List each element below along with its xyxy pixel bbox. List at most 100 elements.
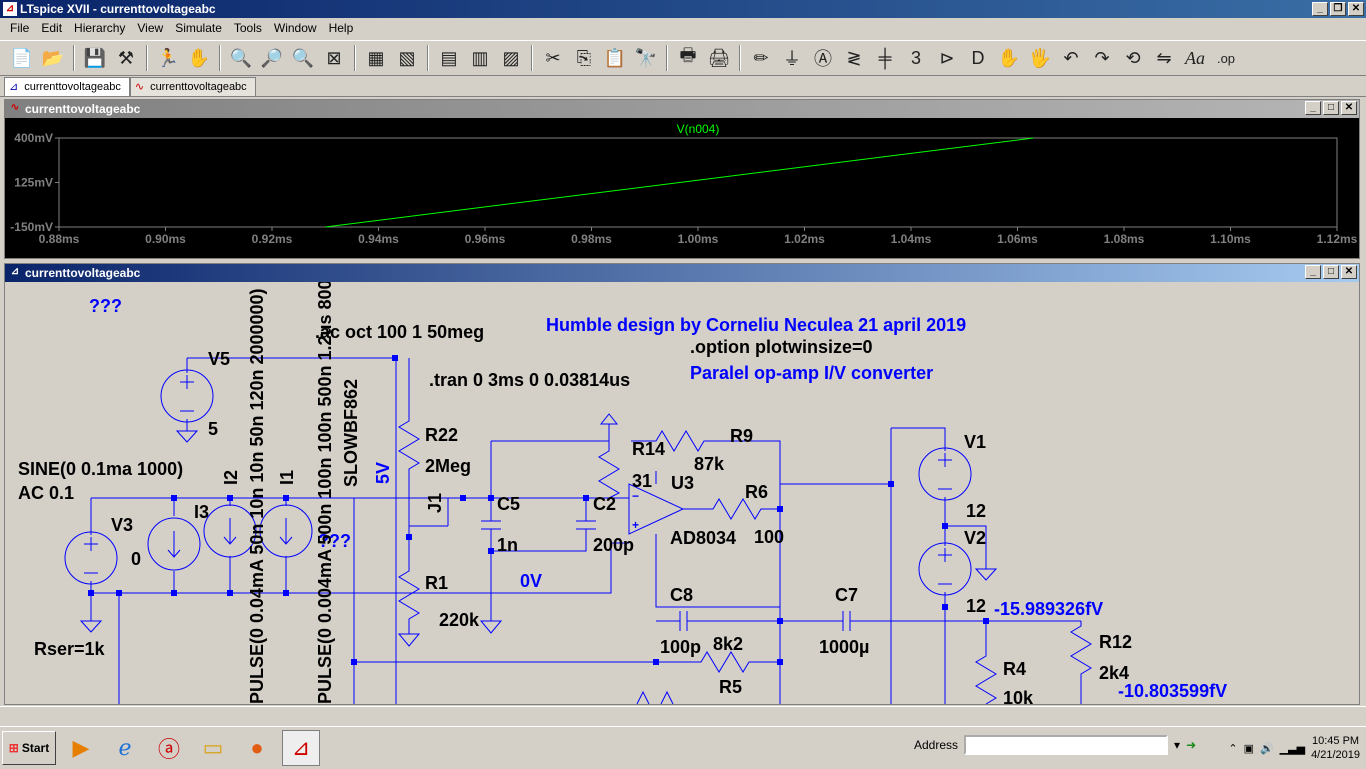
v5-label[interactable]: V5 (208, 349, 230, 369)
c7-label[interactable]: C7 (835, 585, 858, 605)
resistor-icon[interactable]: ≷ (840, 44, 868, 72)
tab-waveform[interactable]: ∿ currenttovoltageabc (129, 77, 256, 96)
v3-value[interactable]: 0 (131, 549, 141, 569)
print-setup-icon[interactable]: 🖨 (705, 44, 733, 72)
media-player-icon[interactable]: ▶ (62, 730, 100, 766)
mirror-icon[interactable]: ⇋ (1150, 44, 1178, 72)
pin-31-label[interactable]: 31 (632, 471, 652, 491)
find-icon[interactable]: 🔭 (632, 44, 660, 72)
minimize-button[interactable]: _ (1312, 2, 1328, 16)
c5-label[interactable]: C5 (497, 494, 520, 514)
r12-value[interactable]: 2k4 (1099, 663, 1129, 683)
menu-simulate[interactable]: Simulate (169, 21, 228, 35)
menu-window[interactable]: Window (268, 21, 323, 35)
restore-button[interactable]: ❐ (1330, 2, 1346, 16)
close-button[interactable]: ✕ (1348, 2, 1364, 16)
node-voltage-label[interactable]: -15.989326fV (994, 599, 1103, 619)
label-net-icon[interactable]: Ⓐ (809, 44, 837, 72)
save-icon[interactable]: 💾 (81, 44, 109, 72)
waveform-window-title-bar[interactable]: ∿ currenttovoltageabc _ □ ✕ (5, 100, 1359, 118)
tray-expand-icon[interactable]: ⌃ (1228, 742, 1237, 755)
tile-horizontal-icon[interactable]: ▤ (435, 44, 463, 72)
c2-label[interactable]: C2 (593, 494, 616, 514)
r4-label[interactable]: R4 (1003, 659, 1026, 679)
i2-value[interactable]: PULSE(0 0.04mA 50n 10n 10n 50n 120n 2000… (247, 288, 267, 704)
net-label-5v[interactable]: 5V (373, 462, 393, 484)
redo-icon[interactable]: ↷ (1088, 44, 1116, 72)
voltage-source-v1[interactable] (918, 447, 972, 501)
drag-icon[interactable]: 🖐 (1026, 44, 1054, 72)
c5-value[interactable]: 1n (497, 535, 518, 555)
voltage-source-v3[interactable] (64, 531, 118, 585)
i1-value[interactable]: PULSE(0 0.004mA 500n 100n 100n 500n 1.2u… (315, 282, 335, 704)
v1-value[interactable]: 12 (966, 501, 986, 521)
maximize-button[interactable]: □ (1323, 101, 1339, 115)
r4-value[interactable]: 10k (1003, 688, 1034, 704)
comment-text[interactable]: Paralel op-amp I/V converter (690, 363, 933, 383)
ltspice-icon[interactable]: ⊿ (282, 729, 320, 766)
capacitor-icon[interactable]: ╪ (871, 44, 899, 72)
go-icon[interactable]: ➜ (1186, 738, 1196, 752)
r5-label[interactable]: R5 (719, 677, 742, 697)
u3-value[interactable]: AD8034 (670, 528, 736, 548)
minimize-button[interactable]: _ (1305, 265, 1321, 279)
r22-value[interactable]: 2Meg (425, 456, 471, 476)
volume-icon[interactable]: 🔊 (1260, 742, 1274, 755)
spice-directive-icon[interactable]: .op (1212, 44, 1240, 72)
v1-label[interactable]: V1 (964, 432, 986, 452)
close-button[interactable]: ✕ (1341, 101, 1357, 115)
rotate-icon[interactable]: ⟲ (1119, 44, 1147, 72)
r14-label[interactable]: R14 (632, 439, 665, 459)
start-button[interactable]: ⊞ Start (2, 730, 56, 765)
v2-value[interactable]: 12 (966, 596, 986, 616)
menu-file[interactable]: File (4, 21, 35, 35)
trace-label[interactable]: V(n004) (677, 122, 720, 136)
zoom-out-icon[interactable]: 🔍 (289, 44, 317, 72)
i1-label[interactable]: I1 (277, 470, 297, 485)
maximize-button[interactable]: □ (1323, 265, 1339, 279)
undo-icon[interactable]: ↶ (1057, 44, 1085, 72)
i2-label[interactable]: I2 (221, 470, 241, 485)
menu-help[interactable]: Help (323, 21, 360, 35)
menu-view[interactable]: View (131, 21, 169, 35)
error-marker[interactable]: ??? (89, 296, 122, 316)
text-icon[interactable]: Aa (1181, 44, 1209, 72)
voltage-source-v5[interactable] (160, 369, 214, 423)
schematic-canvas[interactable]: − + ??? ??? .ac oct 100 1 50meg Humble d… (5, 282, 1359, 704)
c8-label[interactable]: C8 (670, 585, 693, 605)
r12-label[interactable]: R12 (1099, 632, 1132, 652)
minimize-button[interactable]: _ (1305, 101, 1321, 115)
ie-icon[interactable]: ℯ (106, 730, 144, 766)
network-icon[interactable]: ▣ (1244, 742, 1254, 755)
inductor-icon[interactable]: 3 (902, 44, 930, 72)
menu-hierarchy[interactable]: Hierarchy (68, 21, 131, 35)
menu-edit[interactable]: Edit (35, 21, 68, 35)
cut-icon[interactable]: ✂ (539, 44, 567, 72)
menu-tools[interactable]: Tools (228, 21, 268, 35)
print-icon[interactable]: 🖶 (674, 44, 702, 72)
schematic-window-title-bar[interactable]: ⊿ currenttovoltageabc _ □ ✕ (5, 264, 1359, 282)
v3-ac-value[interactable]: AC 0.1 (18, 483, 74, 503)
zoom-fit-icon[interactable]: ⊠ (320, 44, 348, 72)
v5-value[interactable]: 5 (208, 419, 218, 439)
firefox-icon[interactable]: ● (238, 730, 276, 766)
paste-icon[interactable]: 📋 (601, 44, 629, 72)
v3-sine-value[interactable]: SINE(0 0.1ma 1000) (18, 459, 183, 479)
copy-icon[interactable]: ⎘ (570, 44, 598, 72)
signal-icon[interactable]: ▁▃▅ (1280, 742, 1305, 755)
dropdown-icon[interactable]: ▾ (1174, 738, 1180, 752)
pan-icon[interactable]: 🔎 (258, 44, 286, 72)
rser-value[interactable]: Rser=1k (34, 639, 106, 659)
cascade-icon[interactable]: ▥ (466, 44, 494, 72)
r6-label[interactable]: R6 (745, 482, 768, 502)
open-icon[interactable]: 📂 (39, 44, 67, 72)
close-button[interactable]: ✕ (1341, 265, 1357, 279)
c2-value[interactable]: 200p (593, 535, 634, 555)
clock[interactable]: 10:45 PM 4/21/2019 (1311, 734, 1360, 762)
move-icon[interactable]: ✋ (995, 44, 1023, 72)
r1-label[interactable]: R1 (425, 573, 448, 593)
ground-icon[interactable]: ⏚ (778, 44, 806, 72)
node-voltage-label[interactable]: -10.803599fV (1118, 681, 1227, 701)
j1-model[interactable]: SLOWBF862 (341, 379, 361, 487)
waveform-plot[interactable]: V(n004) 0.88ms 0.90ms 0.92ms 0.94ms 0.96ms 0.… (5, 118, 1359, 258)
